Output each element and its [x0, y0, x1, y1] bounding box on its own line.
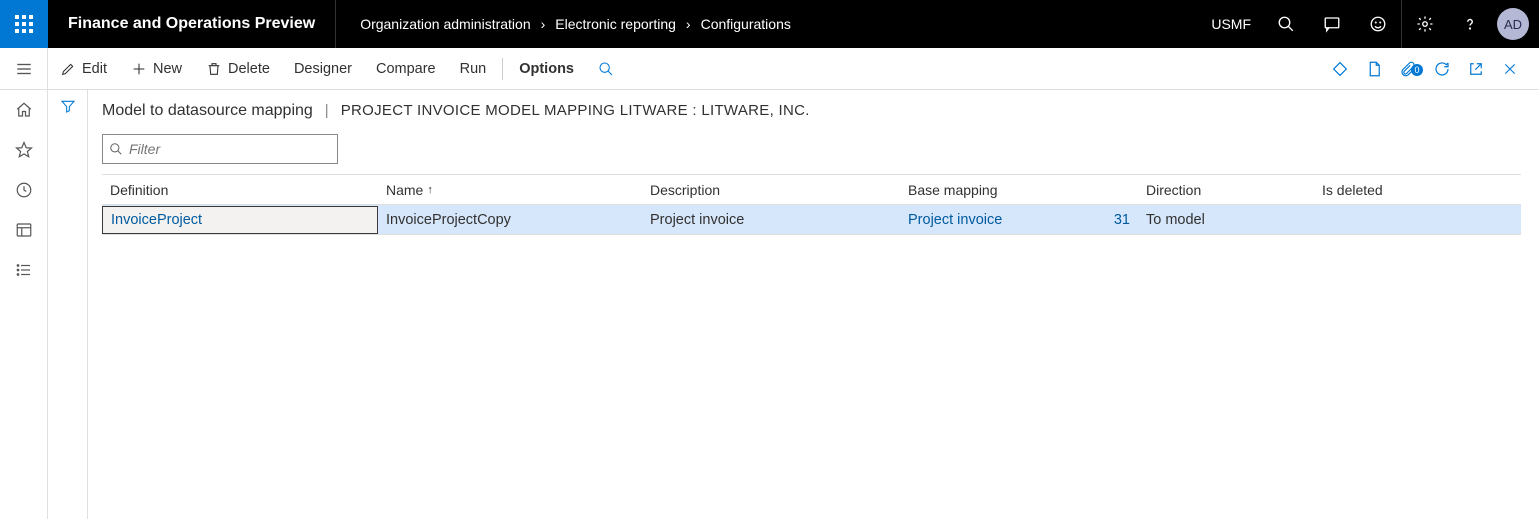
nav-home[interactable]: [0, 90, 48, 130]
waffle-menu[interactable]: [0, 0, 48, 48]
nav-workspaces[interactable]: [0, 210, 48, 250]
hamburger-icon: [15, 60, 33, 78]
col-header-is-deleted[interactable]: Is deleted: [1314, 175, 1434, 204]
list-icon: [15, 261, 33, 279]
compare-label: Compare: [376, 61, 436, 77]
funnel-icon: [60, 98, 76, 114]
nav-modules[interactable]: [0, 250, 48, 290]
pencil-icon: [60, 61, 76, 77]
app-header: Finance and Operations Preview Organizat…: [0, 0, 1539, 48]
col-header-direction[interactable]: Direction: [1138, 175, 1314, 204]
document-button[interactable]: [1357, 60, 1391, 78]
filter-input[interactable]: [129, 141, 331, 157]
header-right: USMF AD: [1199, 0, 1539, 48]
avatar[interactable]: AD: [1497, 8, 1529, 40]
clock-icon: [15, 181, 33, 199]
breadcrumb: Organization administration › Electronic…: [336, 0, 1199, 48]
settings-button[interactable]: [1401, 0, 1447, 48]
chevron-right-icon: ›: [682, 16, 695, 32]
data-grid: Definition Name↑ Description Base mappin…: [102, 174, 1521, 235]
refresh-icon: [1433, 60, 1451, 78]
breadcrumb-item[interactable]: Configurations: [701, 16, 791, 32]
table-row[interactable]: InvoiceProject InvoiceProjectCopy Projec…: [102, 205, 1521, 235]
left-nav: [0, 48, 48, 519]
waffle-icon: [15, 15, 33, 33]
col-header-definition[interactable]: Definition: [102, 175, 378, 204]
new-label: New: [153, 61, 182, 77]
options-button[interactable]: Options: [507, 48, 586, 89]
cell-definition[interactable]: InvoiceProject: [102, 206, 378, 234]
grid-header: Definition Name↑ Description Base mappin…: [102, 175, 1521, 205]
chevron-right-icon: ›: [537, 16, 550, 32]
diamond-icon: [1331, 60, 1349, 78]
cell-base-mapping-count[interactable]: 31: [1098, 205, 1138, 234]
nav-favorites[interactable]: [0, 130, 48, 170]
trash-icon: [206, 61, 222, 77]
cell-name[interactable]: InvoiceProjectCopy: [378, 205, 642, 234]
refresh-button[interactable]: [1425, 60, 1459, 78]
feedback-button[interactable]: [1355, 0, 1401, 48]
layout-icon: [15, 221, 33, 239]
col-header-count: [1098, 175, 1138, 204]
filter-pane-toggle[interactable]: [48, 90, 88, 519]
main-content: Model to datasource mapping | PROJECT IN…: [88, 90, 1539, 519]
separator: |: [325, 102, 329, 119]
gear-icon: [1416, 15, 1434, 33]
separator: [502, 58, 503, 80]
app-title: Finance and Operations Preview: [48, 0, 336, 48]
action-bar: Edit New Delete Designer Compare Run Opt…: [48, 48, 1539, 90]
compare-button[interactable]: Compare: [364, 48, 448, 89]
edit-button[interactable]: Edit: [48, 48, 119, 89]
star-icon: [15, 141, 33, 159]
search-icon: [1277, 15, 1295, 33]
designer-button[interactable]: Designer: [282, 48, 364, 89]
popout-icon: [1467, 60, 1485, 78]
breadcrumb-item[interactable]: Organization administration: [360, 16, 530, 32]
help-button[interactable]: [1447, 0, 1493, 48]
cell-direction[interactable]: To model: [1138, 205, 1314, 234]
page-heading: Model to datasource mapping | PROJECT IN…: [102, 102, 1521, 120]
office-integration-button[interactable]: [1323, 60, 1357, 78]
run-button[interactable]: Run: [448, 48, 499, 89]
plus-icon: [131, 61, 147, 77]
run-label: Run: [460, 61, 487, 77]
page-title: Model to datasource mapping: [102, 102, 313, 120]
search-icon: [598, 61, 614, 77]
delete-button[interactable]: Delete: [194, 48, 282, 89]
question-icon: [1461, 15, 1479, 33]
popout-button[interactable]: [1459, 60, 1493, 78]
chat-icon: [1323, 15, 1341, 33]
attachments-badge: 0: [1411, 64, 1423, 76]
company-code[interactable]: USMF: [1199, 0, 1263, 48]
page-subtitle: PROJECT INVOICE MODEL MAPPING LITWARE : …: [341, 102, 810, 119]
col-header-base-mapping[interactable]: Base mapping: [900, 175, 1098, 204]
search-icon: [109, 142, 123, 156]
sort-ascending-icon: ↑: [427, 184, 433, 196]
new-button[interactable]: New: [119, 48, 194, 89]
close-icon: [1502, 61, 1518, 77]
delete-label: Delete: [228, 61, 270, 77]
document-icon: [1365, 60, 1383, 78]
close-button[interactable]: [1493, 61, 1527, 77]
col-header-name[interactable]: Name↑: [378, 175, 642, 204]
search-button[interactable]: [1263, 0, 1309, 48]
action-search-button[interactable]: [586, 48, 626, 89]
home-icon: [15, 101, 33, 119]
messages-button[interactable]: [1309, 0, 1355, 48]
col-header-description[interactable]: Description: [642, 175, 900, 204]
edit-label: Edit: [82, 61, 107, 77]
breadcrumb-item[interactable]: Electronic reporting: [555, 16, 676, 32]
grid-filter[interactable]: [102, 134, 338, 164]
cell-description[interactable]: Project invoice: [642, 205, 900, 234]
smiley-icon: [1369, 15, 1387, 33]
options-label: Options: [519, 61, 574, 77]
nav-recent[interactable]: [0, 170, 48, 210]
attachments-button[interactable]: 0: [1391, 60, 1425, 78]
nav-expand-button[interactable]: [0, 48, 48, 90]
cell-is-deleted[interactable]: [1314, 205, 1434, 234]
designer-label: Designer: [294, 61, 352, 77]
cell-base-mapping[interactable]: Project invoice: [900, 205, 1098, 234]
